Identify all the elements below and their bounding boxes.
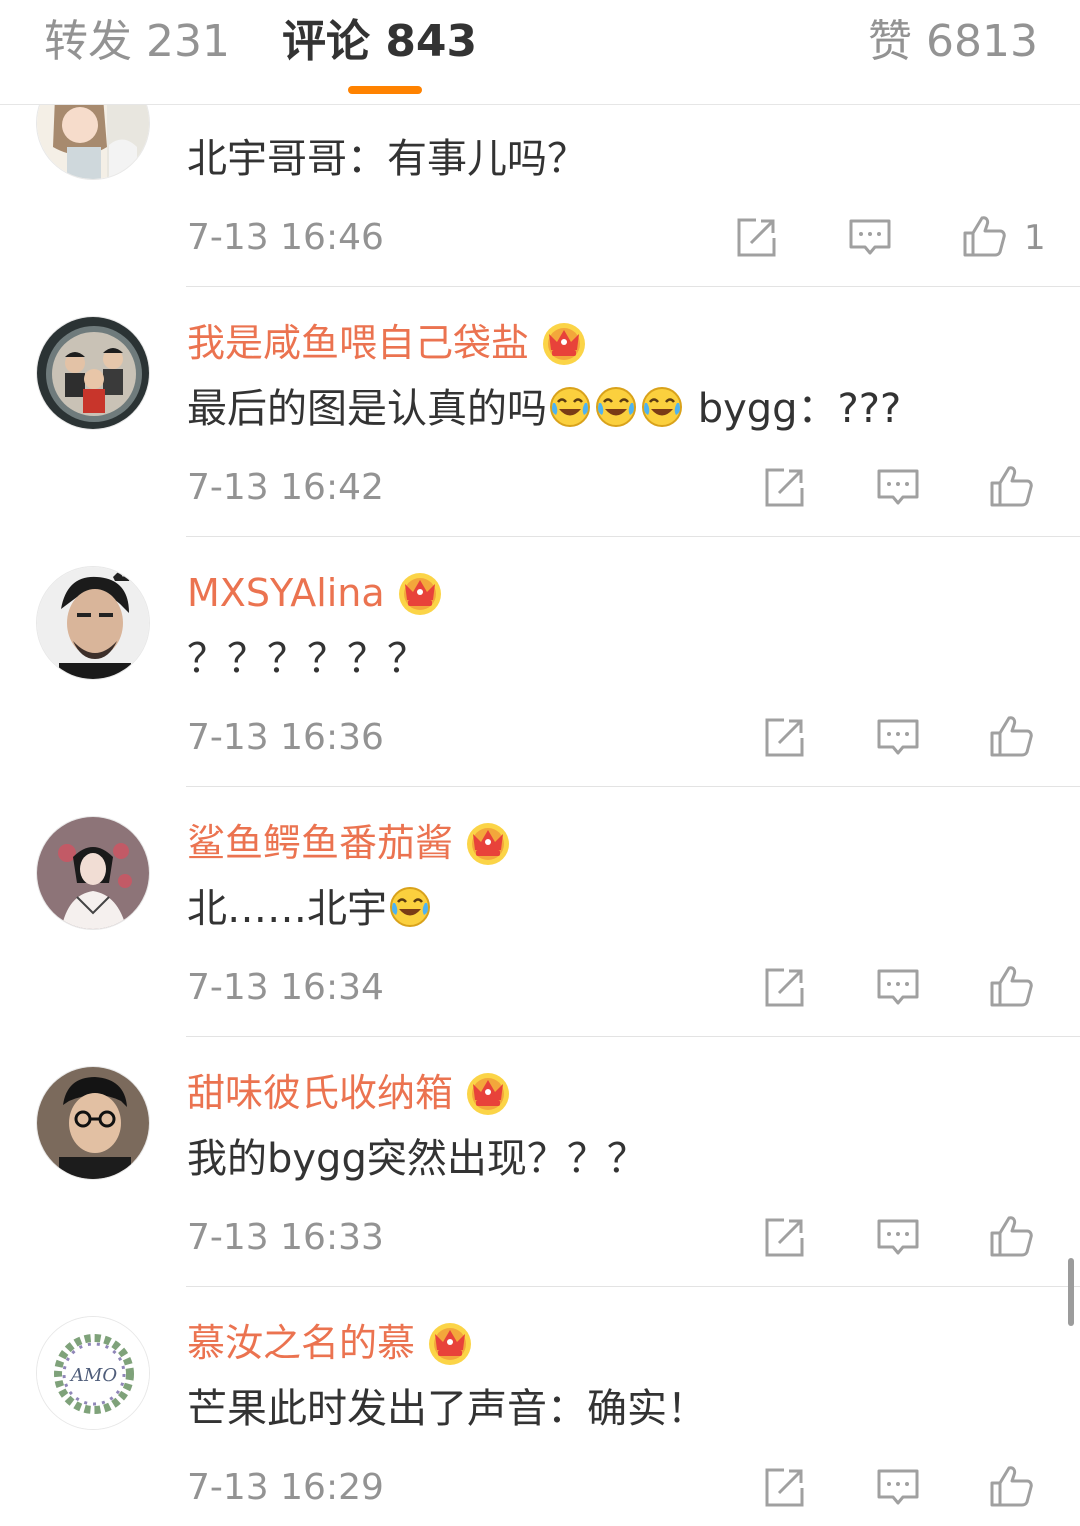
laugh-cry-emoji: [389, 886, 431, 928]
repost-icon[interactable]: [734, 216, 778, 260]
vip-crown-icon: [541, 320, 587, 366]
laugh-cry-emoji: [641, 386, 683, 428]
thumbs-up-icon[interactable]: [989, 1214, 1033, 1258]
comment-item: 我是咸鱼喂自己袋盐 最后的图是认真的吗 bygg：??? 7-13 16:42: [0, 316, 1080, 566]
vip-crown-icon: [465, 820, 511, 866]
active-tab-indicator: [348, 86, 422, 94]
comment-time: 7-13 16:36: [187, 717, 384, 758]
vip-crown-icon: [465, 1070, 511, 1116]
repost-icon[interactable]: [762, 966, 806, 1010]
repost-icon[interactable]: [762, 1216, 806, 1260]
like-count: 1: [1024, 218, 1046, 258]
vip-crown-icon: [397, 570, 443, 616]
avatar[interactable]: [36, 566, 150, 680]
divider: [186, 1286, 1080, 1287]
laugh-cry-emoji: [595, 386, 637, 428]
avatar[interactable]: [36, 1066, 150, 1180]
comment-time: 7-13 16:42: [187, 467, 384, 508]
divider: [186, 786, 1080, 787]
laugh-cry-emoji: [549, 386, 591, 428]
vip-crown-icon: [427, 1320, 473, 1366]
tab-repost[interactable]: 转发 231: [44, 14, 230, 70]
comment-text: 北……北宇: [187, 884, 433, 934]
thumbs-up-icon[interactable]: [962, 214, 1006, 258]
scrollbar[interactable]: [1068, 1258, 1074, 1326]
comment-icon[interactable]: [876, 966, 920, 1010]
comment-text: 北宇哥哥：有事儿吗？: [187, 136, 587, 182]
divider: [186, 286, 1080, 287]
comment-time: 7-13 16:34: [187, 967, 384, 1008]
comment-text: ？？？？？？: [187, 636, 427, 682]
comment-icon[interactable]: [848, 216, 892, 260]
comment-item: MXSYAlina ？？？？？？ 7-13 16:36: [0, 566, 1080, 816]
username[interactable]: 甜味彼氏收纳箱: [187, 1069, 511, 1117]
avatar[interactable]: [36, 816, 150, 930]
comment-text: 我的bygg突然出现？？？: [187, 1136, 647, 1182]
thumbs-up-icon[interactable]: [989, 964, 1033, 1008]
thumbs-up-icon[interactable]: [989, 464, 1033, 508]
avatar[interactable]: [36, 316, 150, 430]
username[interactable]: MXSYAlina: [187, 569, 443, 617]
avatar[interactable]: AMO: [36, 1316, 150, 1430]
comment-text: 芒果此时发出了声音：确实！: [187, 1386, 707, 1432]
comment-list[interactable]: 北宇哥哥：有事儿吗？ 7-13 16:46 1 我是咸鱼喂自己袋盐 最后的图是认…: [0, 0, 1080, 1526]
comment-item: 鲨鱼鳄鱼番茄酱 北……北宇 7-13 16:34: [0, 816, 1080, 1066]
repost-icon[interactable]: [762, 716, 806, 760]
avatar-text: AMO: [69, 1365, 117, 1386]
comment-time: 7-13 16:33: [187, 1217, 384, 1258]
username[interactable]: 慕汝之名的慕: [187, 1319, 473, 1367]
comment-icon[interactable]: [876, 1466, 920, 1510]
comment-item: AMO 慕汝之名的慕 芒果此时发出了声音：确实！ 7-13 16:29: [0, 1316, 1080, 1526]
tab-likes[interactable]: 赞 6813: [868, 14, 1038, 70]
username[interactable]: 我是咸鱼喂自己袋盐: [187, 319, 587, 367]
comment-icon[interactable]: [876, 716, 920, 760]
username[interactable]: 鲨鱼鳄鱼番茄酱: [187, 819, 511, 867]
repost-icon[interactable]: [762, 466, 806, 510]
comment-time: 7-13 16:46: [187, 217, 384, 258]
comment-time: 7-13 16:29: [187, 1467, 384, 1508]
comment-item: 甜味彼氏收纳箱 我的bygg突然出现？？？ 7-13 16:33: [0, 1066, 1080, 1316]
tab-comments[interactable]: 评论 843: [282, 14, 477, 70]
comment-text: 最后的图是认真的吗 bygg：???: [187, 386, 902, 432]
divider: [186, 1036, 1080, 1037]
comment-icon[interactable]: [876, 466, 920, 510]
thumbs-up-icon[interactable]: [989, 1464, 1033, 1508]
thumbs-up-icon[interactable]: [989, 714, 1033, 758]
comment-icon[interactable]: [876, 1216, 920, 1260]
repost-icon[interactable]: [762, 1466, 806, 1510]
divider: [186, 536, 1080, 537]
tab-bar: 转发 231 评论 843 赞 6813: [0, 0, 1080, 105]
